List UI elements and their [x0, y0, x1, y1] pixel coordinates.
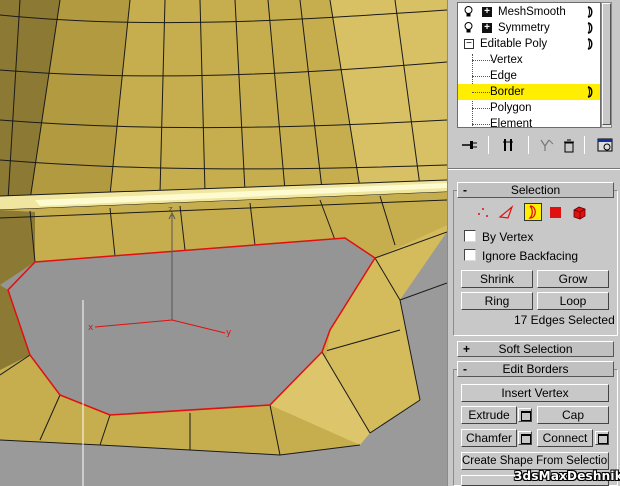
selection-rollout-title[interactable]: - Selection — [457, 182, 614, 198]
stack-subobject-element[interactable]: Element — [458, 116, 600, 128]
polygon-icon[interactable] — [547, 203, 565, 221]
chamfer-settings-icon[interactable] — [518, 431, 532, 445]
make-unique-icon[interactable] — [536, 134, 558, 156]
rollout-toggle: - — [463, 183, 467, 197]
stack-item-meshsmooth[interactable]: + MeshSmooth — [458, 4, 600, 20]
rollout-title-label: Soft Selection — [498, 342, 573, 356]
app-window: x y z + MeshSmooth + Symmetry − Editable… — [0, 0, 620, 486]
edge-icon[interactable] — [497, 203, 515, 221]
cap-button[interactable]: Cap — [537, 406, 609, 424]
soft-selection-rollout-title[interactable]: + Soft Selection — [457, 341, 614, 357]
rollout-toggle: - — [463, 362, 467, 376]
expand-icon[interactable]: + — [482, 7, 492, 17]
show-end-result-icon[interactable] — [585, 6, 595, 18]
remove-modifier-icon[interactable] — [558, 134, 580, 156]
stack-item-label: Edge — [490, 70, 517, 82]
stack-item-label: Border — [490, 86, 525, 98]
border-icon — [587, 86, 593, 98]
insert-vertex-button[interactable]: Insert Vertex — [461, 384, 609, 402]
configure-modifier-sets-icon[interactable] — [594, 134, 616, 156]
selection-status: 17 Edges Selected — [514, 313, 615, 327]
stack-subobject-polygon[interactable]: Polygon — [458, 100, 600, 116]
rollout-title-label: Edit Borders — [502, 362, 569, 376]
ring-button[interactable]: Ring — [461, 292, 533, 310]
shrink-button[interactable]: Shrink — [461, 270, 533, 288]
stack-item-label: MeshSmooth — [498, 6, 566, 18]
stack-subobject-edge[interactable]: Edge — [458, 68, 600, 84]
stack-scrollbar[interactable] — [601, 2, 612, 128]
expand-icon[interactable]: + — [482, 23, 492, 33]
panel-divider — [448, 168, 620, 170]
stack-item-label: Editable Poly — [480, 38, 548, 50]
lightbulb-icon[interactable] — [464, 22, 473, 34]
svg-text:y: y — [226, 328, 232, 338]
pin-stack-icon[interactable] — [458, 134, 480, 156]
chamfer-button[interactable]: Chamfer — [461, 429, 517, 447]
stack-item-label: Symmetry — [498, 22, 550, 34]
stack-subobject-border[interactable]: Border — [458, 84, 600, 100]
stack-subobject-vertex[interactable]: Vertex — [458, 52, 600, 68]
stack-item-editable-poly[interactable]: − Editable Poly — [458, 36, 600, 52]
border-icon[interactable] — [524, 203, 542, 221]
create-shape-from-selection-button[interactable]: Create Shape From Selection — [461, 452, 609, 470]
stack-item-label: Element — [490, 118, 533, 128]
stack-toolbar — [452, 134, 618, 156]
collapse-icon[interactable]: − — [464, 39, 474, 49]
svg-text:x: x — [88, 323, 94, 333]
stack-item-symmetry[interactable]: + Symmetry — [458, 20, 600, 36]
stack-item-label: Vertex — [490, 54, 523, 66]
show-end-result-icon[interactable] — [585, 38, 595, 50]
edit-borders-rollout-title[interactable]: - Edit Borders — [457, 361, 614, 377]
scrollbar-thumb[interactable] — [602, 3, 611, 125]
modifier-stack[interactable]: + MeshSmooth + Symmetry − Editable Poly … — [457, 2, 601, 128]
grow-button[interactable]: Grow — [537, 270, 609, 288]
by-vertex-label: By Vertex — [482, 230, 534, 244]
show-end-result-icon[interactable] — [585, 22, 595, 34]
svg-text:z: z — [168, 205, 173, 215]
connect-settings-icon[interactable] — [595, 431, 609, 445]
extrude-button[interactable]: Extrude — [461, 406, 517, 424]
lightbulb-icon[interactable] — [464, 6, 473, 18]
mesh-render: x y z — [0, 0, 447, 486]
rollout-toggle: + — [463, 342, 471, 356]
vertex-icon[interactable] — [474, 203, 492, 221]
connect-button[interactable]: Connect — [537, 429, 593, 447]
command-panel: + MeshSmooth + Symmetry − Editable Poly … — [447, 0, 620, 486]
element-icon[interactable] — [570, 203, 588, 221]
ignore-backfacing-label: Ignore Backfacing — [482, 249, 579, 263]
watermark: 3dsMaxDeshnik — [514, 469, 620, 483]
stack-item-label: Polygon — [490, 102, 532, 114]
extrude-settings-icon[interactable] — [518, 408, 532, 422]
rollout-title-label: Selection — [510, 183, 561, 197]
ignore-backfacing-checkbox[interactable] — [464, 249, 476, 261]
by-vertex-checkbox[interactable] — [464, 230, 476, 242]
viewport[interactable]: x y z — [0, 0, 447, 486]
show-end-result-icon[interactable] — [498, 134, 520, 156]
loop-button[interactable]: Loop — [537, 292, 609, 310]
